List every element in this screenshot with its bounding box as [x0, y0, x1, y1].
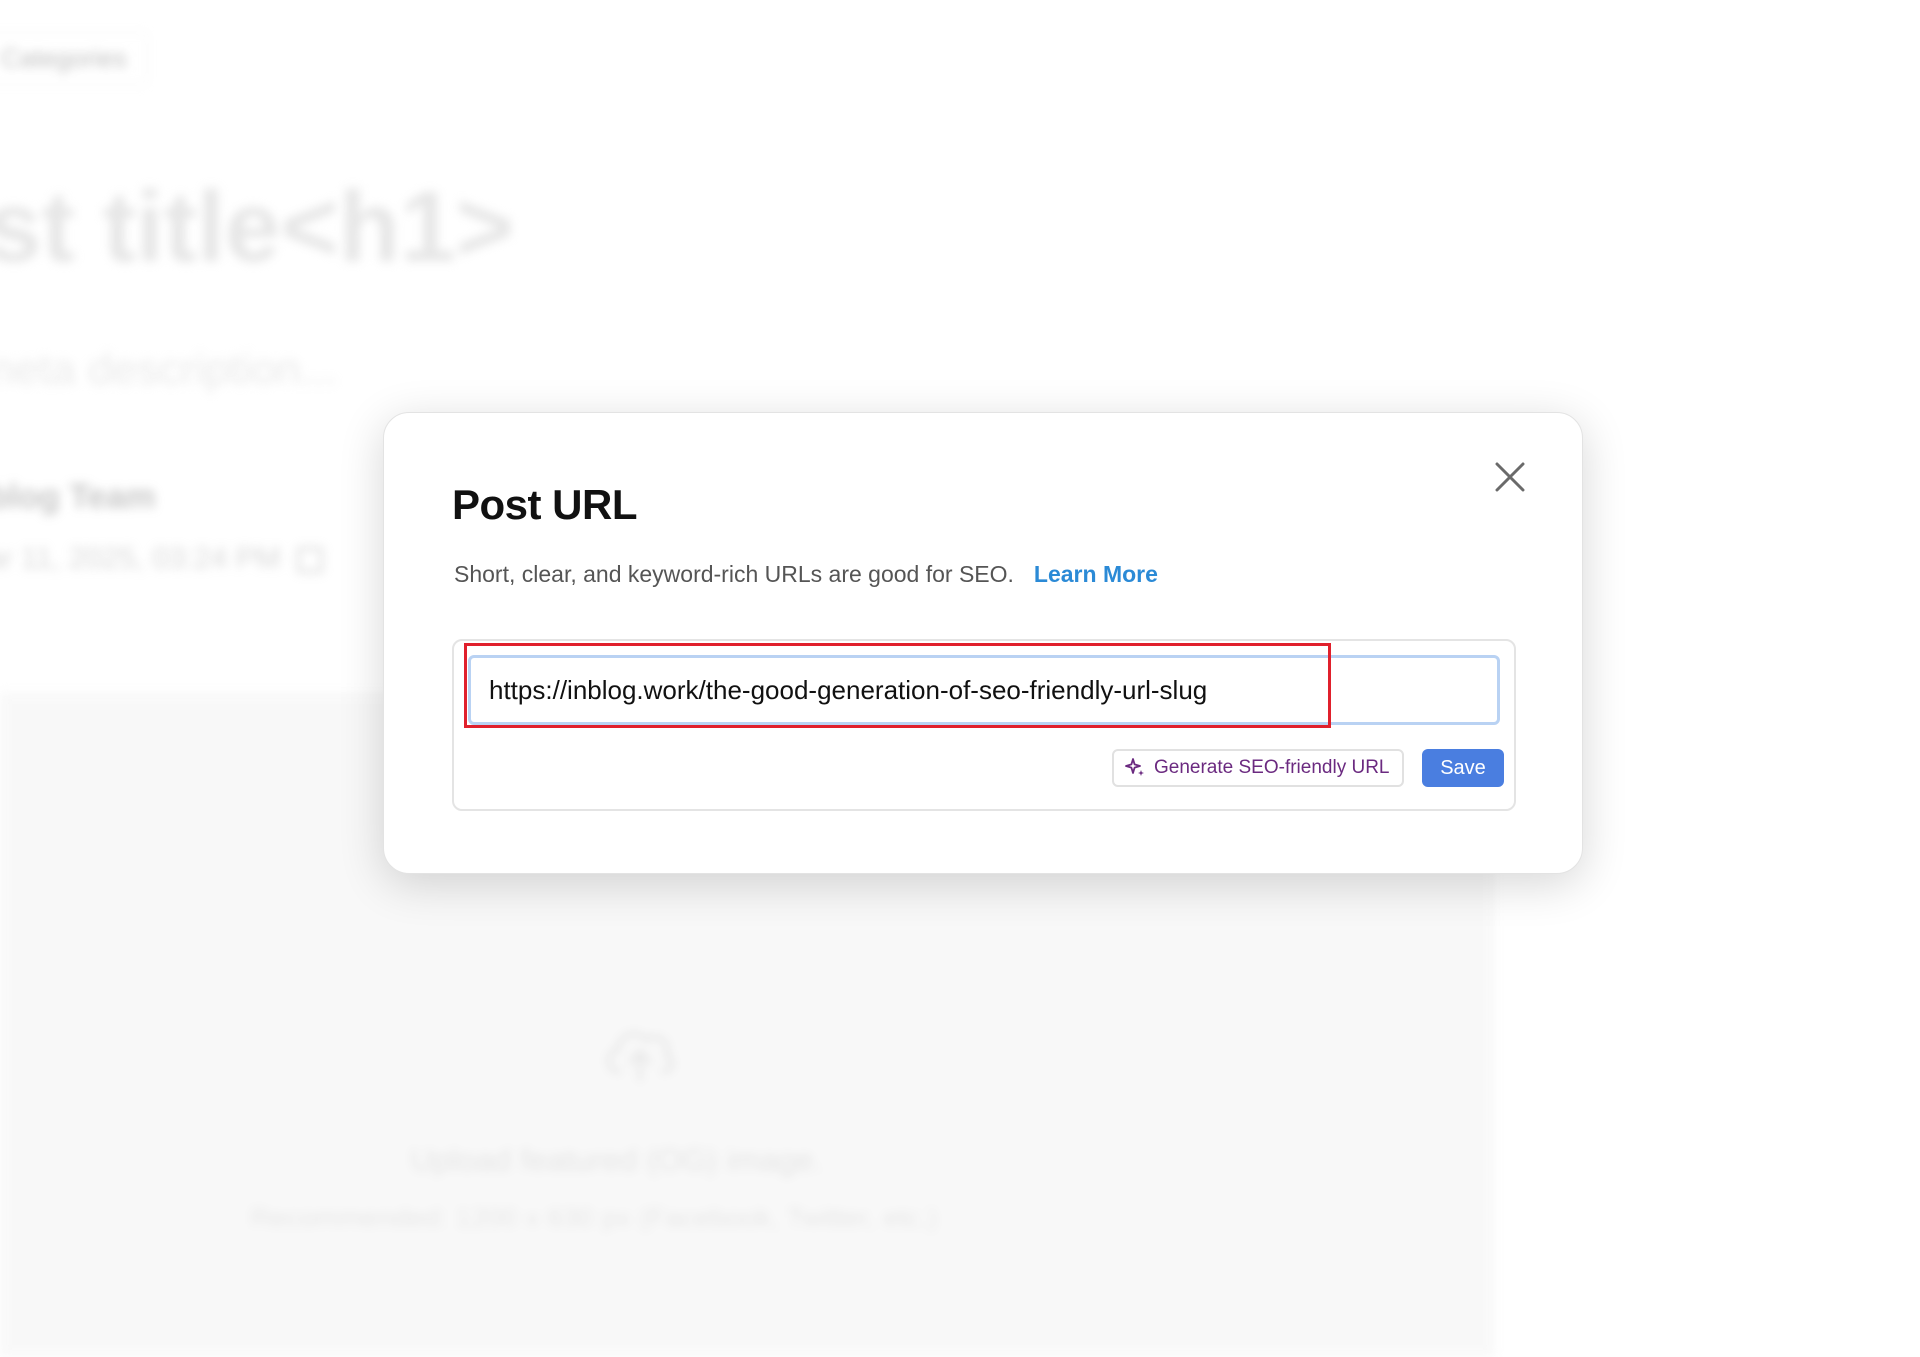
learn-more-link[interactable]: Learn More — [1034, 561, 1158, 587]
upload-text: Upload featured (OG) image. — [410, 1142, 823, 1178]
post-title-placeholder: st title<h1> — [0, 171, 514, 283]
calendar-icon — [296, 547, 323, 574]
dialog-description: Short, clear, and keyword-rich URLs are … — [454, 561, 1158, 588]
post-url-dialog: Post URL Short, clear, and keyword-rich … — [383, 412, 1583, 874]
sparkle-icon — [1125, 758, 1144, 776]
dialog-title: Post URL — [452, 481, 638, 528]
upload-subtext: Recommended: 1200 x 630 px (Facebook, Tw… — [250, 1202, 938, 1233]
post-date: ar 11, 2025, 03:24 PM — [0, 542, 323, 576]
close-icon[interactable] — [1488, 455, 1532, 499]
save-button[interactable]: Save — [1422, 749, 1504, 787]
post-url-input[interactable] — [468, 655, 1500, 725]
generate-seo-url-button[interactable]: Generate SEO-friendly URL — [1112, 749, 1404, 787]
url-card: Generate SEO-friendly URL Save — [452, 639, 1516, 811]
generate-seo-url-label: Generate SEO-friendly URL — [1154, 757, 1390, 778]
cloud-upload-icon — [606, 1031, 675, 1082]
post-date-text: ar 11, 2025, 03:24 PM — [0, 542, 281, 575]
description-text: Short, clear, and keyword-rich URLs are … — [454, 561, 1014, 587]
meta-description-placeholder: neta description... — [0, 345, 338, 394]
author-name: blog Team — [0, 478, 156, 516]
categories-button: Categories — [0, 32, 148, 85]
